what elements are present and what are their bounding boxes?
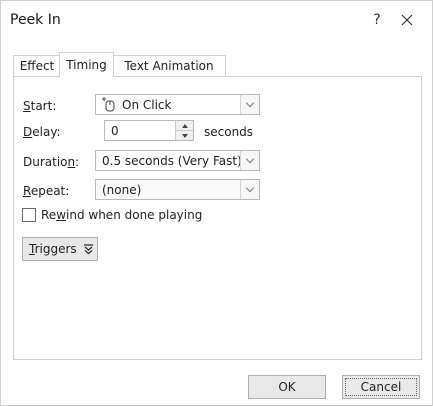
delay-value: 0 xyxy=(111,124,119,138)
ok-button[interactable]: OK xyxy=(248,375,326,399)
triggers-button[interactable]: Triggers xyxy=(22,237,98,261)
repeat-select[interactable]: (none) xyxy=(95,179,260,200)
start-value: On Click xyxy=(122,98,172,112)
rewind-label[interactable]: Rewind when done playing xyxy=(41,208,202,222)
repeat-dropdown-button[interactable] xyxy=(240,180,259,199)
cancel-button[interactable]: Cancel xyxy=(342,375,420,399)
start-dropdown-button[interactable] xyxy=(240,95,259,114)
start-label: Start: xyxy=(23,99,57,113)
delay-increment-button[interactable] xyxy=(176,121,193,130)
chevron-down-icon xyxy=(245,154,255,164)
delay-spinner[interactable]: 0 xyxy=(104,120,194,141)
start-select[interactable]: On Click xyxy=(95,94,260,115)
arrow-down-icon xyxy=(181,133,188,138)
help-icon: ? xyxy=(373,12,381,28)
chevron-double-down-icon xyxy=(84,244,93,255)
tab-effect[interactable]: Effect xyxy=(13,55,61,76)
repeat-value: (none) xyxy=(102,183,142,197)
close-icon xyxy=(401,14,413,26)
delay-unit: seconds xyxy=(204,125,254,139)
delay-label: Delay: xyxy=(23,125,61,139)
repeat-label: Repeat: xyxy=(23,184,70,198)
chevron-down-icon xyxy=(245,183,255,193)
delay-decrement-button[interactable] xyxy=(176,130,193,140)
arrow-up-icon xyxy=(181,123,188,128)
tab-text-animation[interactable]: Text Animation xyxy=(112,55,226,76)
tab-timing[interactable]: Timing xyxy=(59,52,114,77)
duration-value: 0.5 seconds (Very Fast) xyxy=(102,154,242,168)
close-button[interactable] xyxy=(393,7,421,33)
triggers-label: Triggers xyxy=(29,242,77,256)
timing-panel: Start: On Click Delay: 0 seconds Duratio… xyxy=(13,76,422,360)
duration-select[interactable]: 0.5 seconds (Very Fast) xyxy=(95,150,260,171)
help-button[interactable]: ? xyxy=(363,7,391,33)
duration-label: Duration: xyxy=(23,155,80,169)
delay-spin-buttons xyxy=(175,121,193,140)
peek-in-dialog: Peek In ? Effect Timing Text Animation S… xyxy=(0,0,433,406)
rewind-checkbox[interactable] xyxy=(22,208,36,222)
mouse-click-icon xyxy=(102,97,115,112)
duration-dropdown-button[interactable] xyxy=(240,151,259,170)
chevron-down-icon xyxy=(245,98,255,108)
dialog-title: Peek In xyxy=(10,12,61,28)
